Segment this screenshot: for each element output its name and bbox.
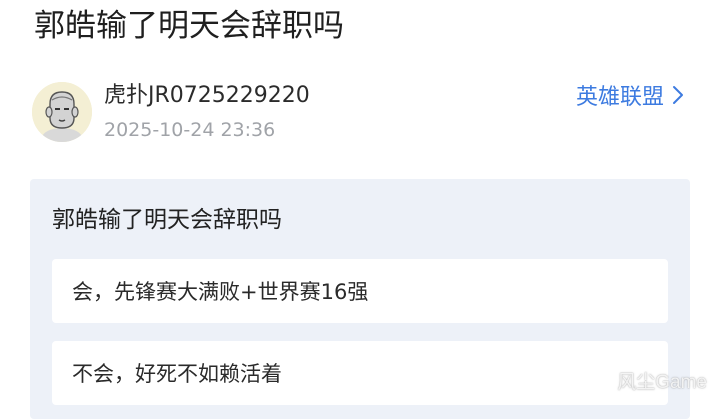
author-name[interactable]: 虎扑JR0725229220 <box>104 82 310 110</box>
poll-question: 郭皓输了明天会辞职吗 <box>52 207 282 233</box>
post-title: 郭皓输了明天会辞职吗 <box>34 8 344 44</box>
topic-link[interactable]: 英雄联盟 <box>576 80 686 110</box>
post-timestamp: 2025-10-24 23:36 <box>104 119 276 141</box>
author-row: 虎扑JR0725229220 2025-10-24 23:36 英雄联盟 <box>24 80 696 146</box>
watermark: 风尘Game <box>617 372 707 393</box>
poll-option-label: 不会，好死不如赖活着 <box>72 362 282 386</box>
poll-option-yes[interactable]: 会，先锋赛大满败+世界赛16强 <box>52 259 668 323</box>
poll-option-label: 会，先锋赛大满败+世界赛16强 <box>72 280 369 304</box>
poll-card: 郭皓输了明天会辞职吗 会，先锋赛大满败+世界赛16强 不会，好死不如赖活着 <box>30 179 690 419</box>
topic-label: 英雄联盟 <box>575 85 664 110</box>
avatar[interactable] <box>32 82 92 142</box>
poll-option-no[interactable]: 不会，好死不如赖活着 <box>52 341 668 405</box>
chevron-right-icon <box>673 86 683 104</box>
cartoon-head-avatar-icon <box>32 82 92 142</box>
